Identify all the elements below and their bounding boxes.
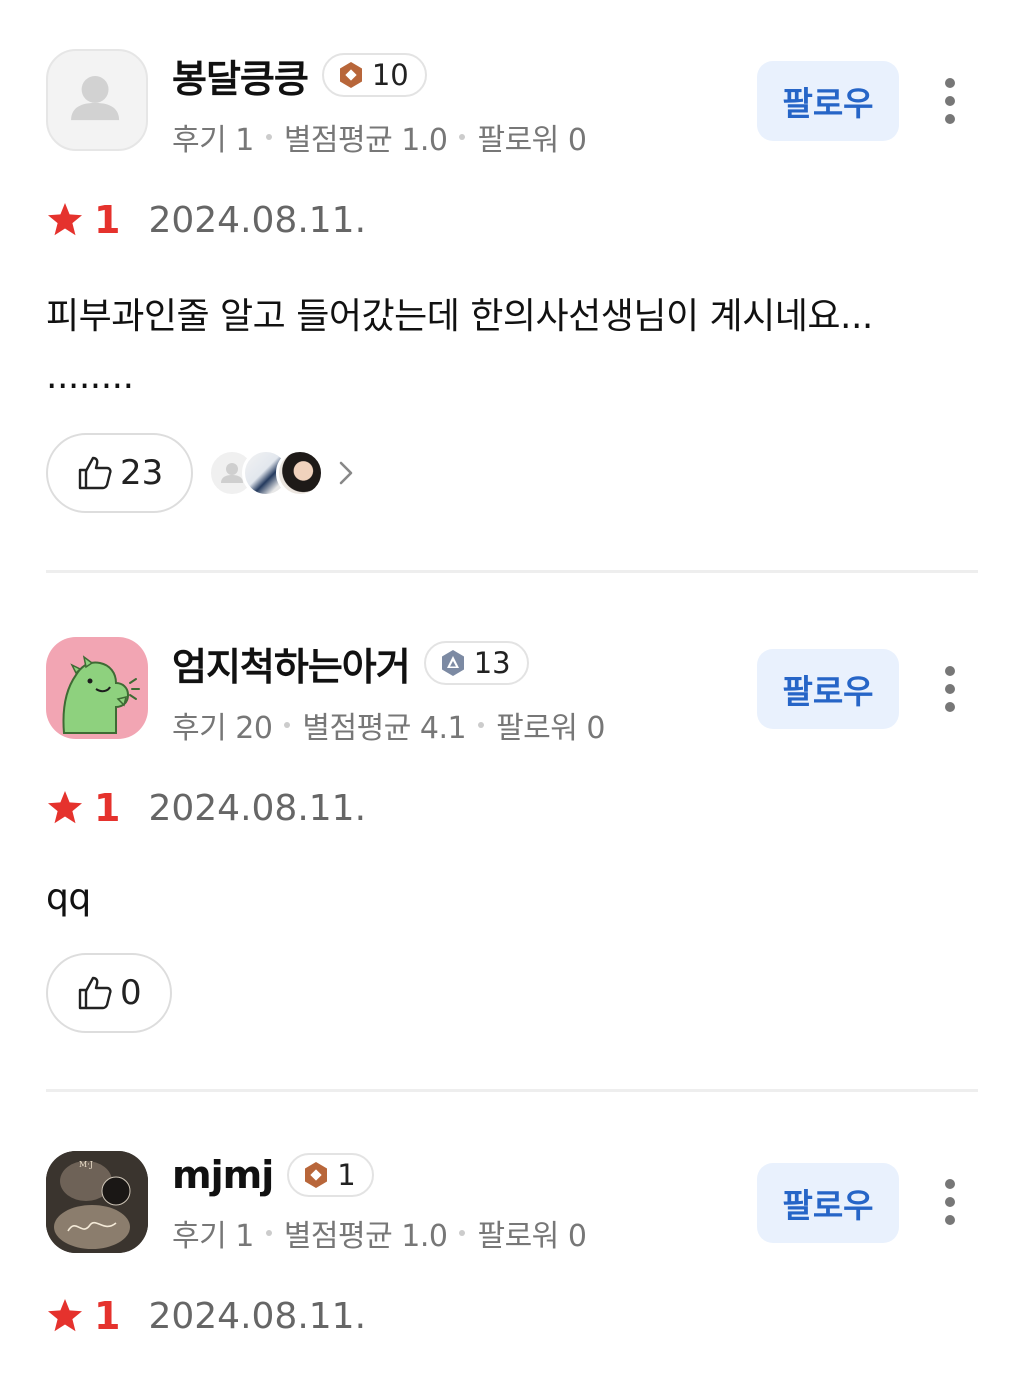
- review-date: 2024.08.11.: [148, 787, 367, 829]
- review-text: qq: [46, 877, 91, 918]
- separator-dot: [284, 722, 291, 728]
- level-number: 13: [473, 646, 511, 680]
- divider: [46, 570, 978, 573]
- follower-count: 팔로워 0: [496, 711, 606, 746]
- separator-dot: [459, 134, 466, 140]
- follow-button[interactable]: 팔로우: [757, 649, 899, 729]
- username[interactable]: mjmj: [172, 1153, 274, 1197]
- liker-avatars[interactable]: [208, 449, 356, 497]
- level-badge: 10: [321, 53, 427, 97]
- default-user-icon: [71, 75, 120, 121]
- average-rating: 별점평균 1.0: [283, 1219, 448, 1254]
- thumbs-up-icon: [78, 976, 112, 1010]
- review-count: 후기 1: [172, 123, 254, 158]
- follower-count: 팔로워 0: [477, 1219, 587, 1254]
- star-icon: [48, 791, 82, 824]
- rating-row: 1 2024.08.11.: [46, 783, 366, 833]
- bronze-hexagon-icon: [339, 62, 362, 88]
- like-button[interactable]: 0: [46, 953, 172, 1033]
- divider: [46, 1089, 978, 1092]
- review-count: 후기 20: [172, 711, 273, 746]
- review-text: 피부과인줄 알고 들어갔는데 한의사선생님이 계시네요... ........: [46, 296, 873, 397]
- average-rating: 별점평균 1.0: [283, 123, 448, 158]
- average-rating: 별점평균 4.1: [302, 711, 467, 746]
- user-header: 엄지척하는아거 13: [172, 636, 529, 691]
- review-count: 후기 1: [172, 1219, 254, 1254]
- liker-avatar: [276, 449, 324, 497]
- follow-button[interactable]: 팔로우: [757, 1163, 899, 1243]
- username[interactable]: 엄지척하는아거: [172, 636, 411, 691]
- review-date: 2024.08.11.: [148, 199, 367, 241]
- svg-text:M·J: M·J: [79, 1160, 93, 1169]
- rating-value: 1: [94, 1294, 121, 1338]
- level-badge: 1: [287, 1153, 374, 1197]
- photo-avatar-icon: M·J: [46, 1151, 148, 1253]
- rating-row: 1 2024.08.11.: [46, 1291, 366, 1341]
- review-date: 2024.08.11.: [148, 1295, 367, 1337]
- user-header: mjmj 1: [172, 1150, 374, 1200]
- user-header: 봉달킁킁 10: [172, 48, 427, 103]
- like-count: 0: [120, 973, 142, 1013]
- more-options-icon[interactable]: [926, 659, 974, 719]
- level-number: 10: [371, 58, 409, 92]
- rating-value: 1: [94, 198, 121, 242]
- more-options-icon[interactable]: [926, 71, 974, 131]
- star-icon: [48, 203, 82, 236]
- username[interactable]: 봉달킁킁: [172, 48, 309, 103]
- avatar[interactable]: [46, 637, 148, 739]
- rating-row: 1 2024.08.11.: [46, 195, 366, 245]
- like-count: 23: [120, 453, 164, 493]
- level-badge: 13: [423, 641, 529, 685]
- user-stats: 후기 1 별점평균 1.0 팔로워 0: [172, 117, 587, 158]
- avatar[interactable]: [46, 49, 148, 151]
- separator-dot: [459, 1230, 466, 1236]
- separator-dot: [265, 1230, 272, 1236]
- separator-dot: [478, 722, 485, 728]
- separator-dot: [265, 134, 272, 140]
- more-options-icon[interactable]: [926, 1172, 974, 1232]
- user-stats: 후기 20 별점평균 4.1 팔로워 0: [172, 705, 606, 746]
- avatar[interactable]: M·J: [46, 1151, 148, 1253]
- star-icon: [48, 1299, 82, 1332]
- thumbs-up-icon: [78, 456, 112, 490]
- rating-value: 1: [94, 786, 121, 830]
- level-number: 1: [337, 1158, 356, 1192]
- silver-hexagon-icon: [441, 650, 464, 676]
- bronze-hexagon-icon: [305, 1162, 328, 1188]
- like-button[interactable]: 23: [46, 433, 194, 513]
- user-stats: 후기 1 별점평균 1.0 팔로워 0: [172, 1213, 587, 1254]
- follow-button[interactable]: 팔로우: [757, 61, 899, 141]
- dinosaur-avatar-icon: [62, 655, 140, 734]
- chevron-right-icon[interactable]: [336, 458, 356, 488]
- follower-count: 팔로워 0: [477, 123, 587, 158]
